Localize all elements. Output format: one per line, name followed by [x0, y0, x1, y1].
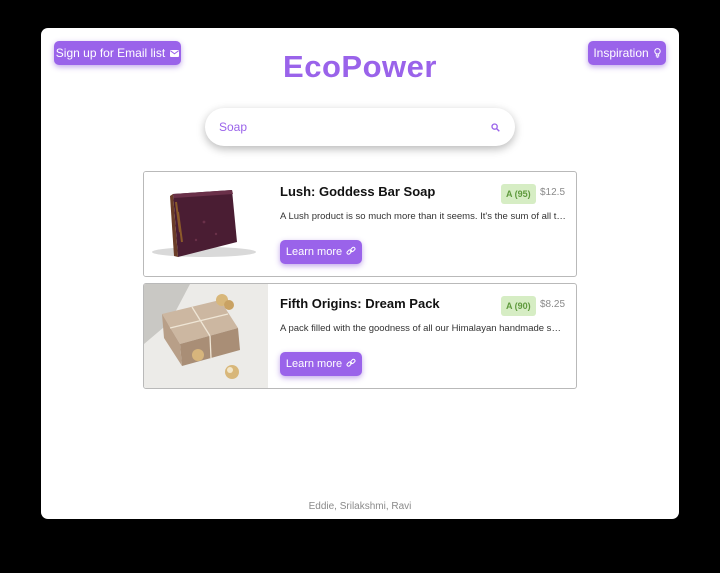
product-title: Fifth Origins: Dream Pack	[280, 296, 440, 311]
product-image-wrapped-soap-pack	[144, 284, 268, 388]
product-price: $12.5	[540, 187, 566, 198]
product-card: Lush: Goddess Bar Soap A (95) $12.5 A Lu…	[143, 171, 577, 277]
link-icon	[346, 358, 356, 371]
product-description: A pack filled with the goodness of all o…	[280, 323, 566, 334]
search-icon[interactable]	[489, 121, 501, 133]
learn-more-button[interactable]: Learn more	[280, 352, 362, 376]
eco-grade-badge: A (90)	[501, 296, 536, 316]
inspiration-label: Inspiration	[593, 46, 649, 60]
product-description: A Lush product is so much more than it s…	[280, 211, 566, 222]
eco-grade-badge: A (95)	[501, 184, 536, 204]
learn-more-button[interactable]: Learn more	[280, 240, 362, 264]
product-image-purple-bar-soap	[144, 172, 268, 276]
app-window: Sign up for Email list EcoPower Inspirat…	[41, 28, 679, 519]
product-price: $8.25	[540, 299, 566, 310]
search-bar[interactable]	[205, 108, 515, 146]
search-input[interactable]	[219, 120, 489, 134]
product-card: Fifth Origins: Dream Pack A (90) $8.25 A…	[143, 283, 577, 389]
product-title: Lush: Goddess Bar Soap	[280, 184, 436, 199]
footer-credits: Eddie, Srilakshmi, Ravi	[308, 501, 412, 512]
inspiration-button[interactable]: Inspiration	[588, 41, 666, 65]
link-icon	[346, 246, 356, 259]
learn-more-label: Learn more	[285, 358, 343, 370]
learn-more-label: Learn more	[285, 246, 343, 258]
brand-title: EcoPower	[283, 49, 437, 84]
lightbulb-icon	[653, 48, 661, 58]
